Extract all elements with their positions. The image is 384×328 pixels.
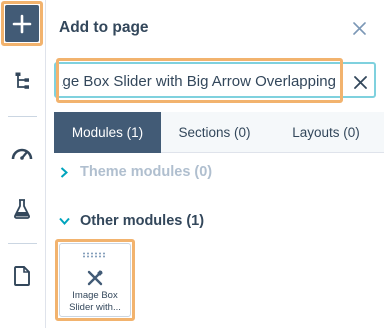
section-theme-modules[interactable]: Theme modules (0) xyxy=(58,164,212,180)
tab-modules[interactable]: Modules (1) xyxy=(54,112,161,153)
tab-sections[interactable]: Sections (0) xyxy=(161,112,268,153)
module-name-line1: Image Box xyxy=(72,290,118,301)
page-settings-button[interactable] xyxy=(10,264,34,288)
tree-icon xyxy=(15,72,29,89)
section-other-modules[interactable]: Other modules (1) xyxy=(58,213,204,229)
clear-icon xyxy=(353,75,367,89)
chevron-right-icon xyxy=(58,166,70,178)
test-button[interactable] xyxy=(10,197,34,221)
panel-title: Add to page xyxy=(59,19,149,36)
clear-search-button[interactable] xyxy=(351,73,369,91)
flask-icon xyxy=(14,199,30,219)
search-input-value: Image Box Slider with Big Arrow Overlapp… xyxy=(62,73,336,90)
tab-bar: Modules (1) Sections (0) Layouts (0) xyxy=(54,112,384,153)
module-name: Image Box Slider with... xyxy=(62,290,128,314)
section-other-label: Other modules (1) xyxy=(80,213,205,229)
add-button[interactable] xyxy=(5,5,39,42)
section-theme-label: Theme modules (0) xyxy=(80,164,213,180)
tab-layouts[interactable]: Layouts (0) xyxy=(268,112,384,153)
optimize-button[interactable] xyxy=(10,141,34,165)
module-name-line2: Slider with... xyxy=(69,302,121,313)
rail-divider-2 xyxy=(8,243,37,244)
document-icon xyxy=(14,266,30,286)
chevron-down-icon xyxy=(58,215,70,227)
tools-icon xyxy=(87,270,103,286)
layers-button[interactable] xyxy=(10,69,34,93)
drag-handle-icon xyxy=(83,252,105,258)
search-area: Image Box Slider with Big Arrow Overlapp… xyxy=(53,58,378,103)
search-input[interactable]: Image Box Slider with Big Arrow Overlapp… xyxy=(62,72,336,92)
close-icon xyxy=(352,21,366,35)
add-to-page-panel: Add to page Image Box Slider with Big Ar… xyxy=(46,0,384,328)
close-button[interactable] xyxy=(350,19,368,37)
left-rail xyxy=(0,0,46,328)
plus-icon xyxy=(12,14,32,33)
rail-divider xyxy=(8,116,37,117)
gauge-icon xyxy=(11,148,33,160)
module-card[interactable]: Image Box Slider with... xyxy=(59,243,131,317)
